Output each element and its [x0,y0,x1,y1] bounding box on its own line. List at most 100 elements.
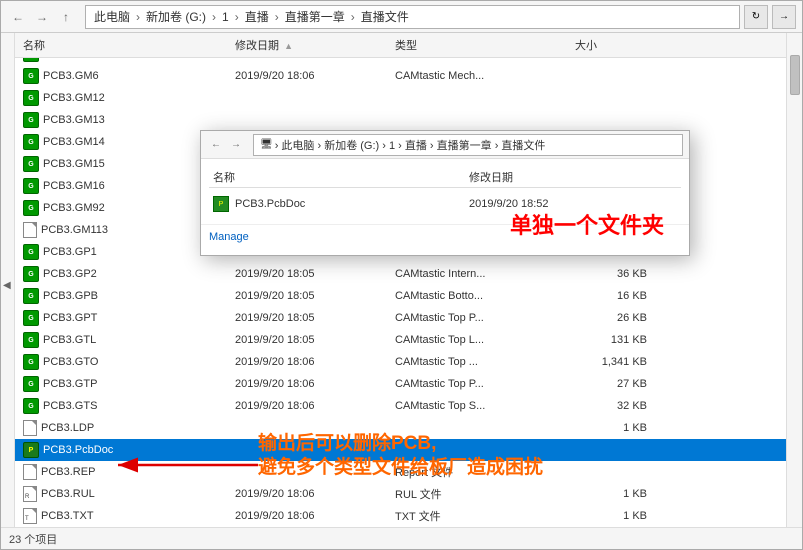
file-list-container[interactable]: 名称 修改日期 ▲ 类型 大小 G PCB3.GM4 2019/9/20 18:… [15,33,786,527]
sep4: › [275,10,279,24]
forward-button[interactable]: → [31,6,53,28]
file-size: 36 KB [575,268,655,280]
file-size: 1 KB [575,510,655,522]
col-date-header[interactable]: 修改日期 ▲ [235,37,395,53]
sep3: › [235,10,239,24]
table-row[interactable]: PCB3.LDP 1 KB [15,417,786,439]
sidebar: ◀ [1,33,15,527]
file-name-cell: P PCB3.PcbDoc [15,442,235,458]
file-icon: G [23,178,39,194]
table-row[interactable]: G PCB3.GM13 [15,109,786,131]
file-name: PCB3.PcbDoc [43,444,113,456]
dialog-file-row[interactable]: P PCB3.PcbDoc 2019/9/20 18:52 [209,192,681,216]
table-row[interactable]: G PCB3.GTO 2019/9/20 18:06 CAMtastic Top… [15,351,786,373]
file-name-cell: R PCB3.RUL [15,486,235,502]
path-part-5: 直播第一章 [285,8,345,25]
dialog-col-date[interactable]: 修改日期 [469,169,629,185]
file-name-cell: G PCB3.GM6 [15,68,235,84]
file-date: 2019/9/20 18:06 [235,378,395,390]
file-name: PCB3.GM14 [43,136,105,148]
file-size: 26 KB [575,312,655,324]
file-name-cell: G PCB3.GTP [15,376,235,392]
file-icon: G [23,134,39,150]
table-row[interactable]: G PCB3.GP2 2019/9/20 18:05 CAMtastic Int… [15,263,786,285]
item-count: 23 个项目 [9,531,57,547]
refresh-button[interactable]: ↻ [744,5,768,29]
address-path[interactable]: 此电脑 › 新加卷 (G:) › 1 › 直播 › 直播第一章 › 直播文件 [85,5,740,29]
file-name-cell: T PCB3.TXT [15,508,235,524]
file-name-cell: PCB3.REP [15,464,235,480]
dialog-pc-icon: 🖥 [260,139,273,150]
file-list-header: 名称 修改日期 ▲ 类型 大小 [15,33,786,58]
path-part-1: 此电脑 [94,8,130,25]
file-icon: G [23,310,39,326]
table-row[interactable]: G PCB3.GTL 2019/9/20 18:05 CAMtastic Top… [15,329,786,351]
file-date: 2019/9/20 18:06 [235,488,395,500]
dialog-back-button[interactable]: ← [207,136,225,154]
dialog-file-name-cell: P PCB3.PcbDoc [209,196,469,212]
manage-button[interactable]: Manage [209,231,249,243]
overlay-dialog: ← → 🖥 › 此电脑 › 新加卷 (G:) › 1 › 直播 › 直播第一章 … [200,130,690,256]
table-row[interactable]: PCB3.REP Report 文件 [15,461,786,483]
col-type-header[interactable]: 类型 [395,37,575,53]
file-type: TXT 文件 [395,508,575,524]
file-size: 16 KB [575,290,655,302]
file-name: PCB3.GPT [43,312,97,324]
file-icon: G [23,266,39,282]
dialog-file-list-header: 名称 修改日期 [209,167,681,188]
col-size-header[interactable]: 大小 [575,37,655,53]
explorer-window: ← → ↑ 此电脑 › 新加卷 (G:) › 1 › 直播 › 直播第一章 › … [0,0,803,550]
file-size: 131 KB [575,334,655,346]
dialog-col-name[interactable]: 名称 [209,169,469,185]
back-button[interactable]: ← [7,6,29,28]
file-date: 2019/9/20 18:05 [235,290,395,302]
file-name: PCB3.GP2 [43,268,97,280]
file-name: PCB3.GM16 [43,180,105,192]
dialog-nav: ← → [207,136,245,154]
file-name: PCB3.GM113 [41,224,108,236]
col-name-header[interactable]: 名称 [15,37,235,53]
file-type: CAMtastic Top S... [395,400,575,412]
expand-button[interactable]: → [772,5,796,29]
file-name: PCB3.GM6 [43,70,99,82]
dialog-forward-button[interactable]: → [227,136,245,154]
file-icon: P [23,442,39,458]
file-name-cell: G PCB3.GTO [15,354,235,370]
table-row[interactable]: G PCB3.GPT 2019/9/20 18:05 CAMtastic Top… [15,307,786,329]
file-name: PCB3.GTP [43,378,97,390]
table-row[interactable]: G PCB3.GPB 2019/9/20 18:05 CAMtastic Bot… [15,285,786,307]
file-name-cell: G PCB3.GPT [15,310,235,326]
file-icon: G [23,332,39,348]
up-button[interactable]: ↑ [55,6,77,28]
path-part-6: 直播文件 [361,8,409,25]
file-icon [23,222,37,238]
scrollbar[interactable] [786,33,802,527]
file-type: CAMtastic Botto... [395,290,575,302]
file-icon: G [23,398,39,414]
file-date: 2019/9/20 18:06 [235,70,395,82]
file-name: PCB3.LDP [41,422,94,434]
table-row[interactable]: P PCB3.PcbDoc [15,439,786,461]
dialog-address-bar: ← → 🖥 › 此电脑 › 新加卷 (G:) › 1 › 直播 › 直播第一章 … [201,131,689,159]
sep5: › [351,10,355,24]
status-bar: 23 个项目 [1,527,802,549]
file-icon: R [23,486,37,502]
dialog-address-path[interactable]: 🖥 › 此电脑 › 新加卷 (G:) › 1 › 直播 › 直播第一章 › 直播… [253,134,683,156]
file-type: CAMtastic Top P... [395,378,575,390]
sep2: › [212,10,216,24]
dialog-file-icon: P [213,196,229,212]
file-icon: G [23,200,39,216]
table-row[interactable]: G PCB3.GTS 2019/9/20 18:06 CAMtastic Top… [15,395,786,417]
table-row[interactable]: G PCB3.GM12 [15,87,786,109]
file-name-cell: G PCB3.GM12 [15,90,235,106]
table-row[interactable]: G PCB3.GTP 2019/9/20 18:06 CAMtastic Top… [15,373,786,395]
file-type: RUL 文件 [395,486,575,502]
sep1: › [136,10,140,24]
scrollbar-thumb[interactable] [790,55,800,95]
table-row[interactable]: R PCB3.RUL 2019/9/20 18:06 RUL 文件 1 KB [15,483,786,505]
sidebar-collapse-icon[interactable]: ◀ [3,280,11,291]
table-row[interactable]: G PCB3.GM6 2019/9/20 18:06 CAMtastic Mec… [15,65,786,87]
file-icon: G [23,90,39,106]
file-name-cell: G PCB3.GM13 [15,112,235,128]
table-row[interactable]: T PCB3.TXT 2019/9/20 18:06 TXT 文件 1 KB [15,505,786,527]
